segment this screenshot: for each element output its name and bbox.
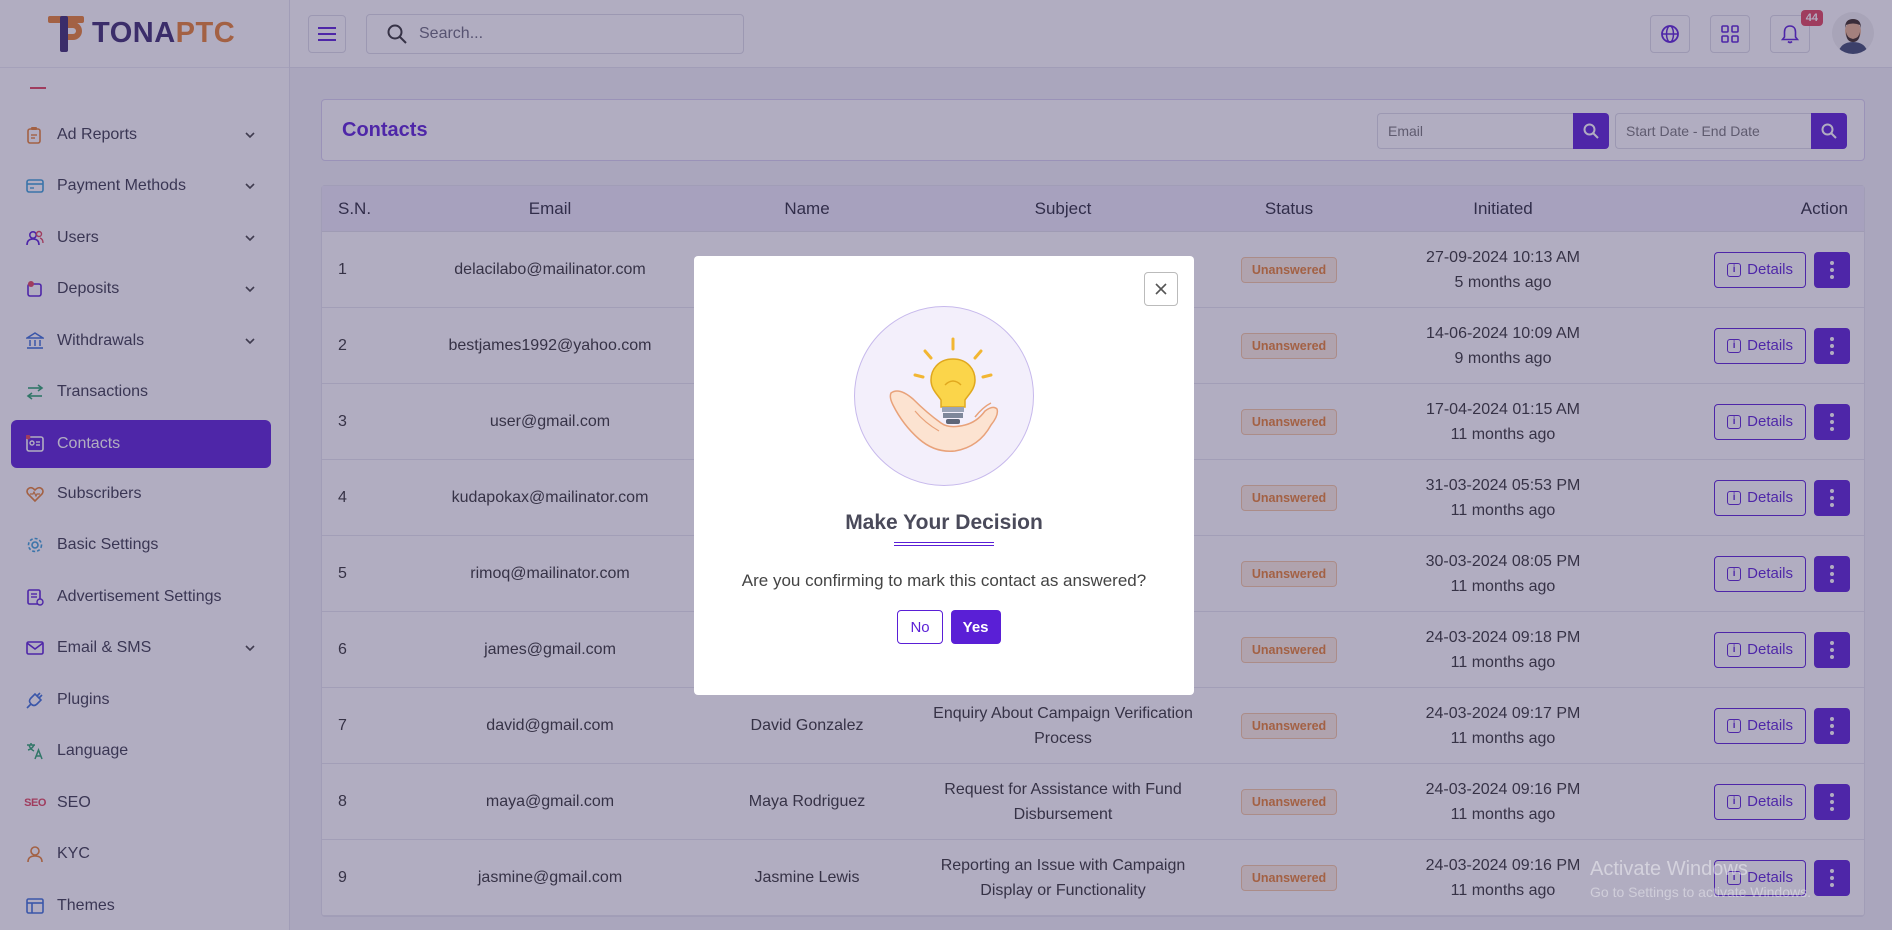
title-underline xyxy=(894,542,994,546)
modal-actions: No Yes xyxy=(694,610,1194,644)
confirm-modal: Make Your Decision Are you confirming to… xyxy=(694,256,1194,695)
lightbulb-illustration xyxy=(854,306,1034,486)
yes-button[interactable]: Yes xyxy=(950,610,1001,644)
close-button[interactable] xyxy=(1144,272,1178,306)
no-button[interactable]: No xyxy=(897,610,943,644)
windows-watermark: Activate Windows xyxy=(1590,858,1748,880)
close-icon xyxy=(1155,283,1167,295)
lightbulb-hand-icon xyxy=(889,337,999,452)
windows-watermark-sub: Go to Settings to activate Windows. xyxy=(1590,884,1811,900)
modal-title: Make Your Decision xyxy=(845,511,1043,534)
modal-message: Are you confirming to mark this contact … xyxy=(741,571,1147,590)
